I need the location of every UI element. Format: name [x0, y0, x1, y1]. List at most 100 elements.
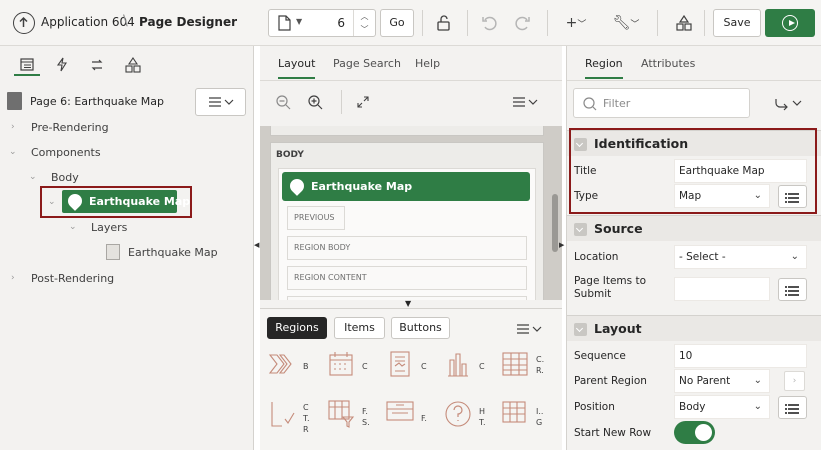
expand-icon[interactable] [356, 95, 370, 109]
tab-attributes[interactable]: Attributes [641, 57, 695, 70]
tree-body[interactable]: Body [51, 171, 79, 184]
tab-processing[interactable] [84, 54, 110, 76]
layout-canvas[interactable]: BODY Earthquake Map PREVIOUS REGION BODY… [260, 126, 562, 300]
up-arrow-circle-icon[interactable] [13, 12, 35, 34]
tree-post-rendering[interactable]: Post-Rendering [31, 272, 114, 285]
interactive-grid-icon[interactable] [501, 399, 529, 429]
help-text-icon[interactable] [444, 399, 472, 429]
collapse-toggle-icon[interactable] [574, 323, 587, 336]
position-label: Position [574, 401, 615, 413]
parent-region-value: No Parent [679, 375, 731, 387]
left-splitter-handle[interactable]: ◀ [254, 241, 259, 249]
caret-down-icon[interactable]: ▼ [405, 299, 411, 308]
chevron-down-icon: ⌄ [790, 251, 799, 262]
parent-region-select[interactable]: No Parent ⌄ [674, 369, 770, 393]
start-new-row-label: Start New Row [574, 427, 652, 439]
tree-menu-button[interactable] [195, 88, 246, 116]
collapse-toggle-icon[interactable] [574, 223, 587, 236]
gallery-tab-items[interactable]: Items [334, 317, 385, 339]
gallery-panel: Regions Items Buttons B C C C C. R. C T.… [260, 308, 562, 450]
create-menu-button[interactable]: +﹀ [560, 10, 592, 36]
checklist-region-icon[interactable] [268, 399, 296, 429]
tree-pre-rendering[interactable]: Pre-Rendering [31, 121, 109, 134]
classic-report-icon[interactable] [501, 350, 529, 378]
unlock-icon[interactable] [431, 10, 457, 36]
breadcrumb-region-icon[interactable] [268, 350, 296, 378]
page-number-input[interactable]: 6 [337, 16, 345, 30]
layer-icon [106, 244, 120, 260]
start-new-row-toggle[interactable] [674, 421, 715, 444]
go-button[interactable]: Go [380, 9, 414, 37]
dynamic-actions-icon [56, 57, 67, 72]
chevron-up-icon[interactable]: ︿ [354, 10, 375, 23]
undo-icon[interactable] [477, 10, 503, 36]
page-number-spinner[interactable]: ︿ ﹀ [353, 10, 375, 36]
section-layout[interactable]: Layout [567, 315, 821, 341]
parent-region-label: Parent Region [574, 375, 647, 387]
breadcrumb-separator: \ [123, 13, 128, 29]
hamburger-icon[interactable] [513, 96, 539, 108]
section-title: Layout [594, 321, 642, 336]
save-button[interactable]: Save [713, 9, 761, 37]
tab-region[interactable]: Region [585, 57, 623, 79]
chevron-down-icon[interactable]: ⌄ [9, 147, 17, 157]
tab-page-search[interactable]: Page Search [333, 57, 401, 70]
page-selector[interactable]: ▼ 6 ︿ ﹀ [268, 9, 376, 37]
gallery-tab-buttons[interactable]: Buttons [391, 317, 450, 339]
hamburger-icon[interactable] [517, 323, 543, 335]
shared-components-icon[interactable] [671, 10, 697, 36]
page-items-list-button[interactable] [778, 278, 807, 301]
chevron-right-icon[interactable]: › [11, 273, 15, 283]
chevron-right-icon[interactable]: › [11, 122, 15, 132]
card-region-icon[interactable] [386, 350, 414, 378]
tab-dynamic-actions[interactable] [49, 54, 75, 76]
form-region-icon[interactable] [386, 399, 414, 429]
document-icon [278, 15, 291, 31]
shared-icon [125, 57, 141, 73]
tree-layers[interactable]: Layers [91, 221, 127, 234]
position-select[interactable]: Body ⌄ [674, 395, 770, 419]
tab-shared-components[interactable] [120, 54, 146, 76]
region-header-earthquake-map[interactable]: Earthquake Map [282, 172, 530, 201]
chevron-down-icon[interactable]: ⌄ [69, 222, 77, 232]
redo-icon[interactable] [509, 10, 535, 36]
canvas-scrollbar[interactable] [552, 194, 558, 252]
tree-region-earthquake-map[interactable]: Earthquake Map [62, 190, 190, 213]
tab-layout[interactable]: Layout [278, 57, 316, 79]
rendering-tree-pane: Page 6: Earthquake Map › Pre-Rendering ⌄… [0, 46, 254, 450]
section-source[interactable]: Source [567, 215, 821, 241]
filter-input[interactable]: Filter [573, 88, 750, 118]
gallery-item-label: F. S. [362, 407, 370, 427]
position-list-button[interactable] [778, 396, 807, 419]
chevron-right-icon[interactable]: › [784, 371, 805, 391]
sequence-field[interactable]: 10 [674, 344, 807, 368]
gallery-item-label: C T. R [303, 403, 310, 434]
zoom-out-icon[interactable] [276, 95, 291, 110]
tab-rendering[interactable] [14, 54, 40, 76]
utilities-menu-button[interactable]: 🔧︎﹀ [610, 10, 642, 36]
slot-previous[interactable]: PREVIOUS [287, 206, 345, 230]
chevron-down-icon[interactable]: ⌄ [29, 172, 37, 182]
position-value: Body [679, 401, 706, 413]
layout-pane: Layout Page Search Help BODY Earthquake … [260, 46, 562, 450]
chevron-down-icon[interactable]: ﹀ [354, 23, 375, 36]
zoom-in-icon[interactable] [308, 95, 323, 110]
go-to-group-icon[interactable] [774, 97, 804, 111]
page-items-field[interactable] [674, 277, 770, 301]
faceted-search-icon[interactable] [327, 399, 355, 429]
map-pin-icon [65, 191, 85, 211]
app-name-link[interactable]: Application 604 [41, 15, 135, 29]
slot-region-body[interactable]: REGION BODY [287, 236, 527, 260]
chevron-down-icon[interactable]: ▼ [296, 17, 302, 26]
calendar-region-icon[interactable] [327, 350, 355, 378]
tab-help[interactable]: Help [415, 57, 440, 70]
run-button[interactable] [765, 9, 815, 37]
tree-layer-earthquake-map[interactable]: Earthquake Map [128, 246, 218, 259]
right-splitter-handle[interactable]: ▶ [559, 241, 564, 249]
tree-components[interactable]: Components [31, 146, 101, 159]
slot-region-content[interactable]: REGION CONTENT [287, 266, 527, 290]
chart-region-icon[interactable] [444, 350, 472, 378]
gallery-tab-regions[interactable]: Regions [267, 317, 327, 339]
location-select[interactable]: - Select - ⌄ [674, 245, 807, 269]
page-items-label: Page Items to Submit [574, 275, 647, 300]
